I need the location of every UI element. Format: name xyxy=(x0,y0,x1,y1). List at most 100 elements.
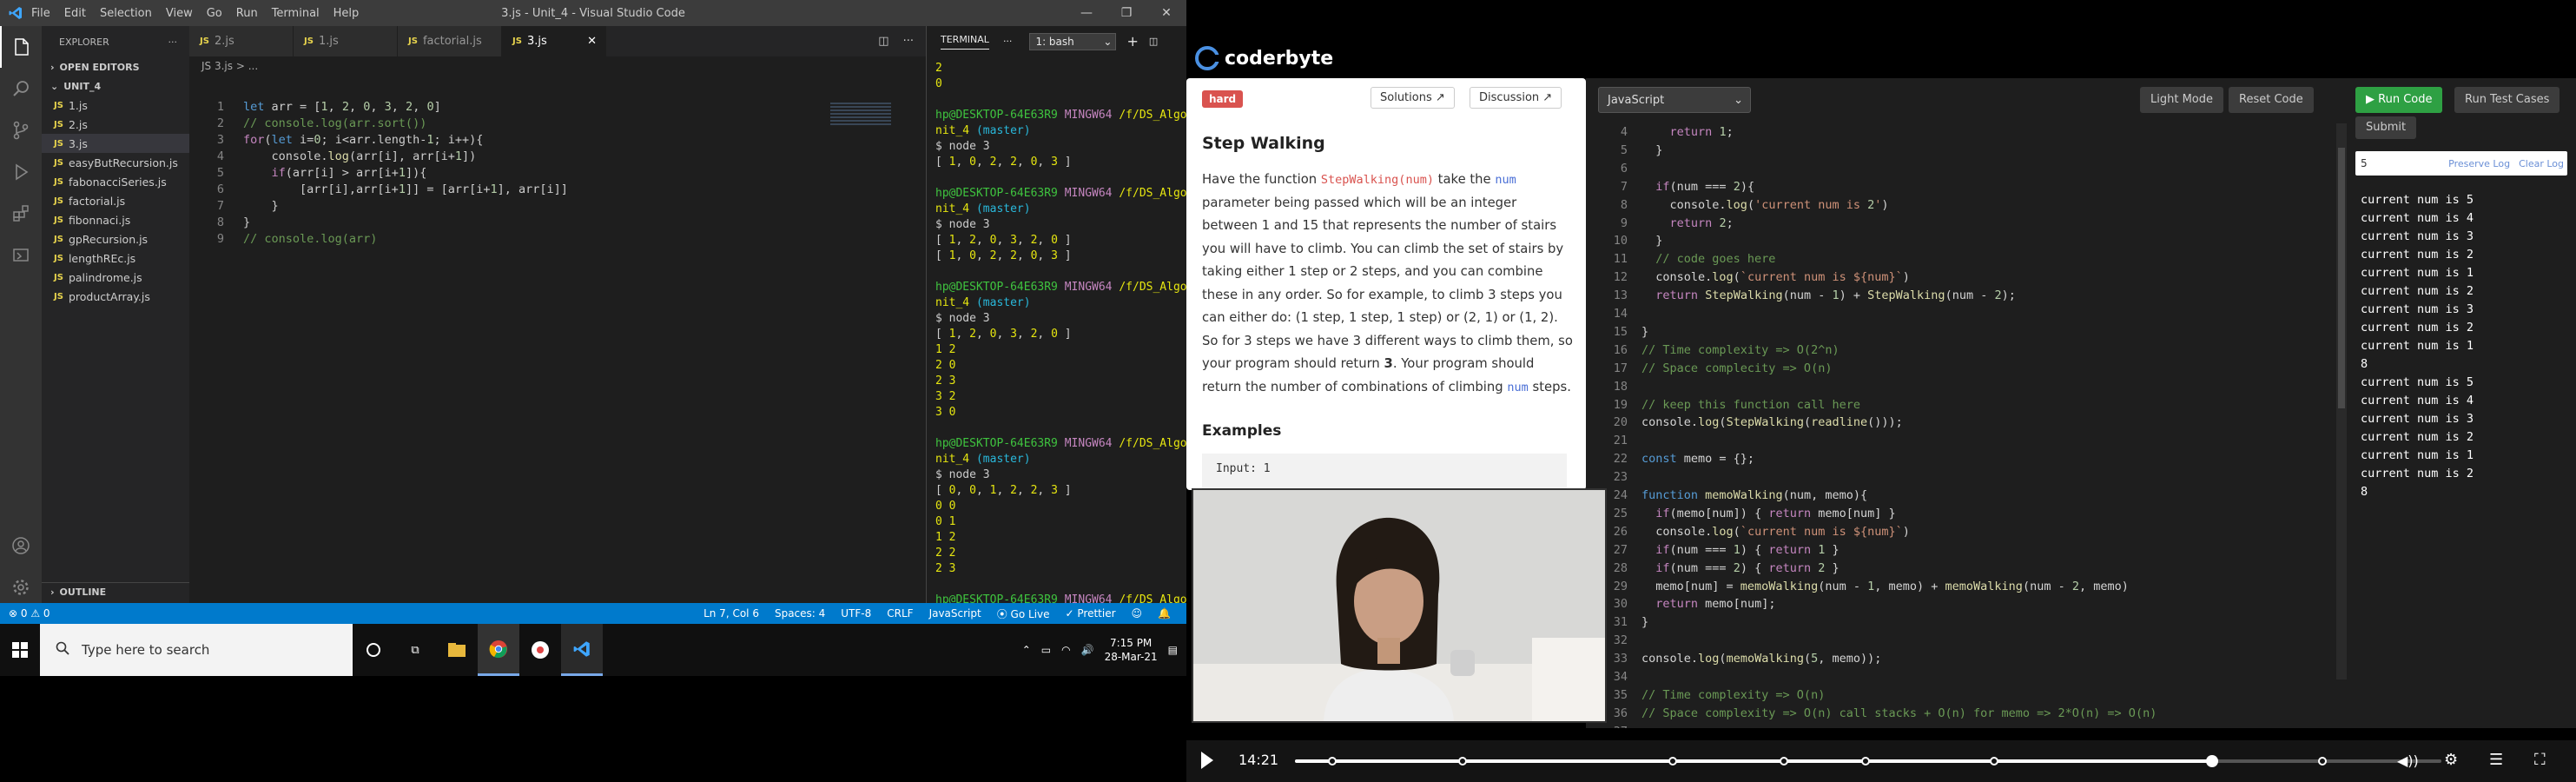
minimize-icon[interactable]: — xyxy=(1067,0,1106,26)
code-area[interactable]: 1 let arr = [1, 2, 0, 3, 2, 0] 2// console… xyxy=(189,99,926,586)
chevron-up-icon[interactable]: ⌃ xyxy=(1022,644,1031,656)
code-line[interactable]: 5 } xyxy=(1586,142,1663,159)
code-line[interactable]: 8 console.log('current num is 2') xyxy=(1586,196,1889,214)
code-line[interactable]: 4 console.log(arr[i], arr[i+1]) xyxy=(189,149,476,165)
chrome-icon[interactable] xyxy=(478,624,519,676)
file-item[interactable]: JS productArray.js xyxy=(42,287,189,306)
close-tab-icon[interactable]: ✕ xyxy=(587,35,597,48)
explorer-icon[interactable] xyxy=(0,26,42,68)
code-line[interactable]: 7 if(num === 2){ xyxy=(1586,178,1754,196)
code-line[interactable]: 16// Time complexity => O(2^n) xyxy=(1586,341,1840,359)
code-line[interactable]: 29 memo[num] = memoWalking(num - 1, memo… xyxy=(1586,578,2129,595)
cursor-position[interactable]: Ln 7, Col 6 xyxy=(703,607,759,620)
code-line[interactable]: 26 console.log(`current num is ${num}`) xyxy=(1586,523,1910,540)
chapter-marker[interactable] xyxy=(1990,757,1998,765)
file-item[interactable]: JS 1.js xyxy=(42,96,189,115)
more-actions-icon[interactable]: ··· xyxy=(1003,36,1013,47)
code-line[interactable]: 22 const memo = {}; xyxy=(1586,450,1754,467)
clear-log-link[interactable]: Clear Log xyxy=(2519,158,2564,169)
search-icon[interactable] xyxy=(0,68,42,109)
tab-2js[interactable]: JS 2.js xyxy=(189,26,294,56)
code-line[interactable]: 21 xyxy=(1586,432,1641,449)
file-explorer-icon[interactable] xyxy=(436,624,478,676)
file-item[interactable]: JS gpRecursion.js xyxy=(42,229,189,249)
code-line[interactable]: 6 xyxy=(1586,160,1641,177)
chapter-marker[interactable] xyxy=(1861,757,1870,765)
discussion-button[interactable]: Discussion ↗ xyxy=(1470,87,1562,109)
volume-icon[interactable]: 🔊 xyxy=(1081,644,1094,656)
chapter-marker[interactable] xyxy=(1328,757,1337,765)
remote-explorer-icon[interactable] xyxy=(0,235,42,276)
code-editor[interactable]: 4 return 1; 5 } 6 7 if(num === 2){8 console… xyxy=(1586,123,2333,728)
code-line[interactable]: 19// keep this function call here xyxy=(1586,396,1860,414)
vscode-taskbar-icon[interactable] xyxy=(561,624,603,676)
menu-go[interactable]: Go xyxy=(207,7,222,20)
more-actions-icon[interactable]: ··· xyxy=(168,36,178,48)
scrollbar-thumb[interactable] xyxy=(2338,148,2345,408)
menu-view[interactable]: View xyxy=(166,7,193,20)
tab-factorialjs[interactable]: JS factorial.js xyxy=(398,26,502,56)
taskbar-search[interactable]: Type here to search xyxy=(40,624,353,676)
code-line[interactable]: 28 if(num === 2) { return 2 } xyxy=(1586,560,1840,577)
code-line[interactable]: 20 console.log(StepWalking(readline())); xyxy=(1586,414,1903,431)
chapter-marker[interactable] xyxy=(1458,757,1467,765)
task-view-icon[interactable]: ⧉ xyxy=(394,624,436,676)
tab-1js[interactable]: JS 1.js xyxy=(294,26,398,56)
code-line[interactable]: 23 xyxy=(1586,468,1641,486)
open-editors-section[interactable]: › OPEN EDITORS xyxy=(42,57,189,76)
indentation-status[interactable]: Spaces: 4 xyxy=(775,607,825,620)
cortana-icon[interactable] xyxy=(353,624,394,676)
code-line[interactable]: 8} xyxy=(189,215,250,231)
play-icon[interactable] xyxy=(1199,749,1216,775)
file-item[interactable]: JS factorial.js xyxy=(42,191,189,210)
battery-icon[interactable]: ▭ xyxy=(1041,644,1051,656)
preserve-log-link[interactable]: Preserve Log xyxy=(2448,158,2510,169)
wifi-icon[interactable]: ◠ xyxy=(1061,644,1070,656)
code-line[interactable]: 13 return StepWalking(num - 1) + StepWal… xyxy=(1586,287,2016,304)
encoding-status[interactable]: UTF-8 xyxy=(841,607,871,620)
extensions-icon[interactable] xyxy=(0,193,42,235)
notification-center-icon[interactable]: ▤ xyxy=(1168,644,1178,656)
prettier-status[interactable]: ✓ Prettier xyxy=(1066,607,1116,620)
code-line[interactable]: 5 if(arr[i] > arr[i+1]){ xyxy=(189,165,427,182)
file-item[interactable]: JS 2.js xyxy=(42,115,189,134)
coderbyte-logo[interactable]: coderbyte xyxy=(1195,43,1333,73)
menu-selection[interactable]: Selection xyxy=(100,7,152,20)
code-line[interactable]: 14 xyxy=(1586,305,1641,322)
code-line[interactable]: 30 return memo[num]; xyxy=(1586,595,1776,613)
close-window-icon[interactable]: ✕ xyxy=(1146,0,1186,26)
run-debug-icon[interactable] xyxy=(0,151,42,193)
terminal-shell-select[interactable]: 1: bash ⌄ xyxy=(1029,32,1117,50)
file-item[interactable]: JS fibonnaci.js xyxy=(42,210,189,229)
tab-3js[interactable]: JS 3.js ✕ xyxy=(502,26,606,56)
solutions-button[interactable]: Solutions ↗ xyxy=(1371,87,1455,109)
code-line[interactable]: 12 console.log(`current num is ${num}`) xyxy=(1586,268,1910,286)
language-status[interactable]: JavaScript xyxy=(929,607,981,620)
light-mode-button[interactable]: Light Mode xyxy=(2140,87,2223,113)
code-line[interactable]: 24 function memoWalking(num, memo){ xyxy=(1586,487,1867,504)
problems-status[interactable]: ⊗ 0 ⚠ 0 xyxy=(9,607,50,620)
playlist-icon[interactable]: ☰ xyxy=(2489,751,2503,769)
code-line[interactable]: 33 console.log(memoWalking(5, memo)); xyxy=(1586,650,1882,667)
code-line[interactable]: 6 [arr[i],arr[i+1]] = [arr[i+1], arr[i]] xyxy=(189,182,568,198)
breadcrumb[interactable]: JS 3.js > ... xyxy=(189,56,926,76)
code-line[interactable]: 18 xyxy=(1586,378,1641,395)
code-line[interactable]: 36// Space complexity => O(n) call stack… xyxy=(1586,705,2157,722)
code-line[interactable]: 3 for(let i=0; i<arr.length-1; i++){ xyxy=(189,132,484,149)
editor-scrollbar[interactable] xyxy=(2336,123,2347,679)
more-actions-icon[interactable]: ··· xyxy=(903,35,914,48)
code-line[interactable]: 27 if(num === 1) { return 1 } xyxy=(1586,541,1840,559)
code-line[interactable]: 35// Time complexity => O(n) xyxy=(1586,686,1826,704)
chapter-marker[interactable] xyxy=(1780,757,1788,765)
clock[interactable]: 7:15 PM 28-Mar-21 xyxy=(1105,636,1158,664)
account-icon[interactable] xyxy=(0,525,42,567)
run-test-cases-button[interactable]: Run Test Cases xyxy=(2454,87,2560,113)
notifications-icon[interactable]: 🔔 xyxy=(1158,607,1171,620)
new-terminal-icon[interactable]: + xyxy=(1126,33,1138,50)
split-editor-icon[interactable]: ◫ xyxy=(878,35,888,48)
code-line[interactable]: 7 } xyxy=(189,198,279,215)
run-code-button[interactable]: ▶ Run Code xyxy=(2355,87,2443,113)
playhead[interactable] xyxy=(2206,755,2218,767)
stdin-input[interactable]: 5 Preserve Log Clear Log xyxy=(2355,151,2567,176)
chapter-marker[interactable] xyxy=(2318,757,2327,765)
